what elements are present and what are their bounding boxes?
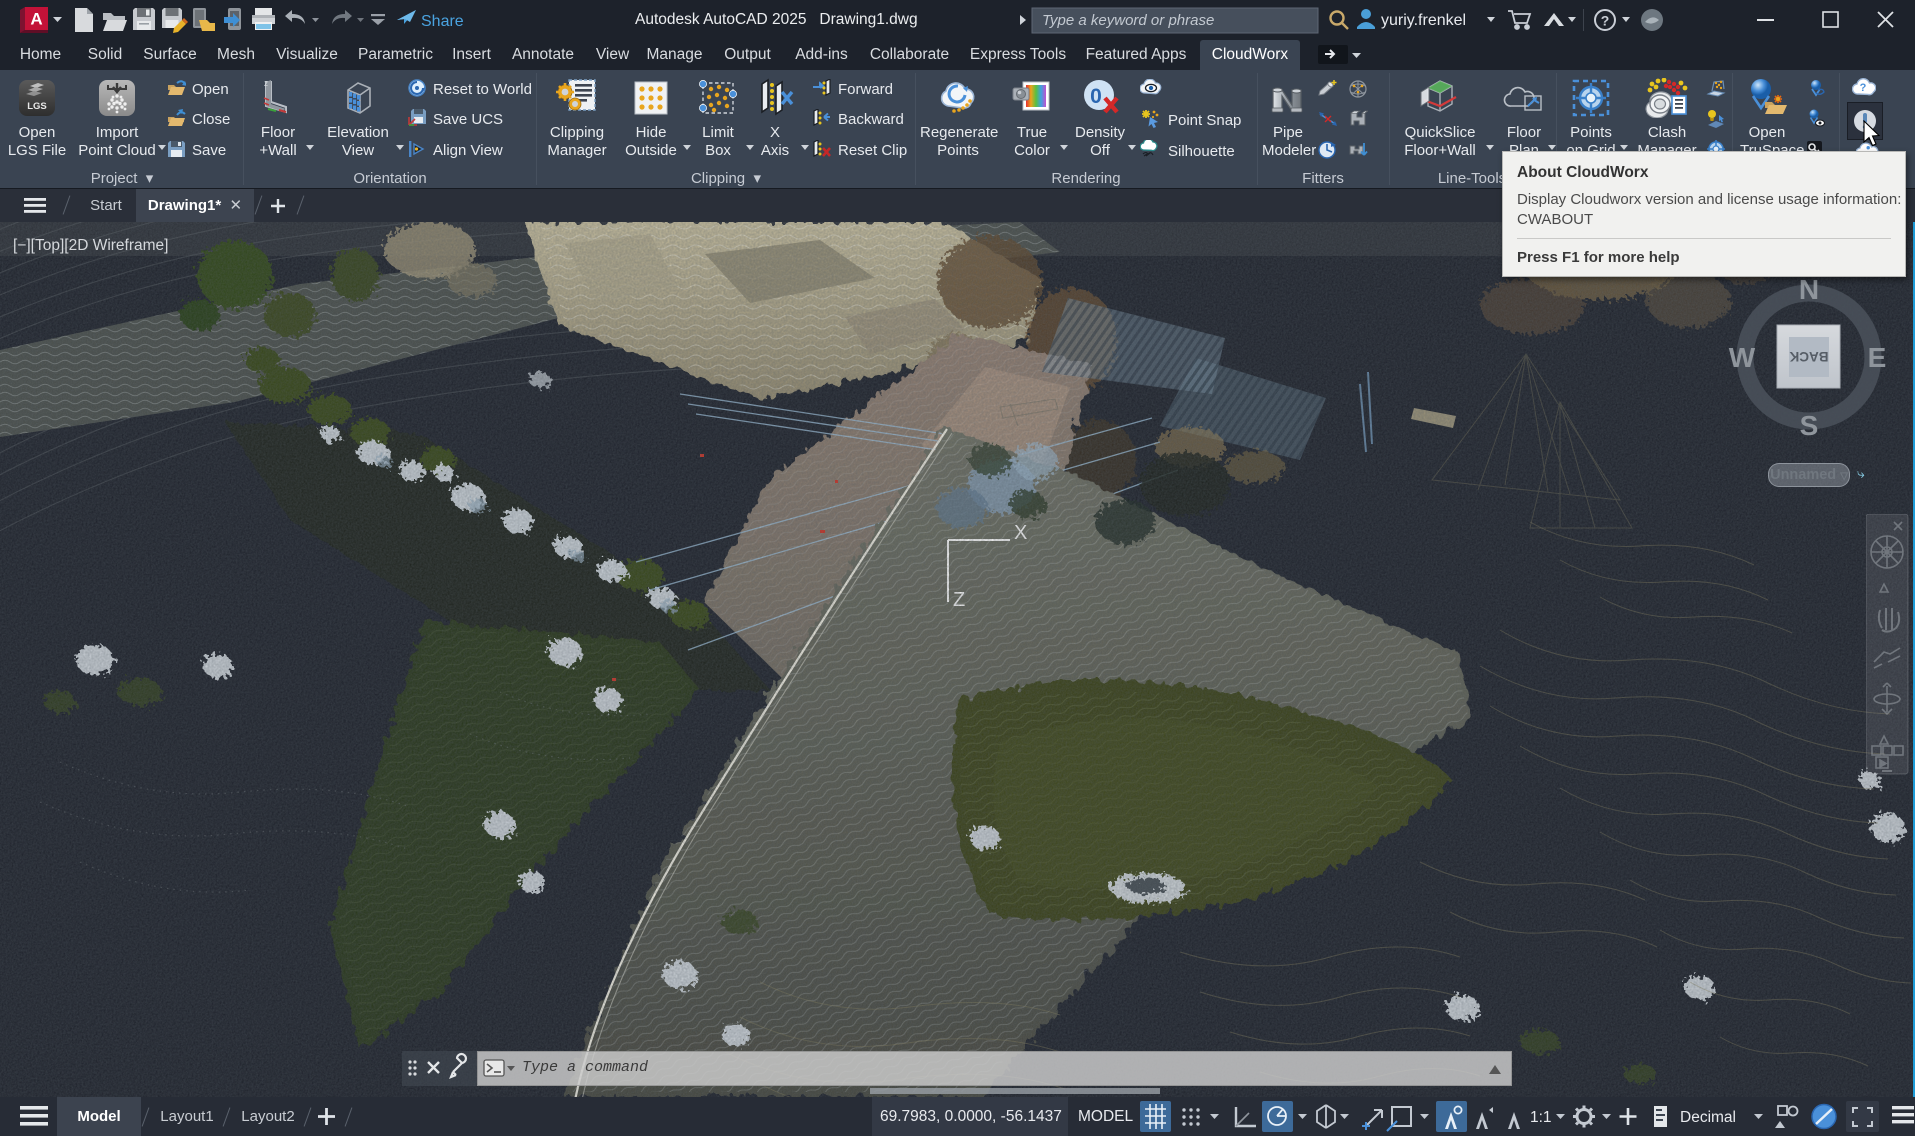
svg-text:Type a keyword or phrase: Type a keyword or phrase <box>1042 12 1214 29</box>
svg-text:S: S <box>1800 410 1819 441</box>
svg-text:?: ? <box>1601 13 1610 29</box>
svg-text:?: ? <box>1860 82 1867 94</box>
svg-text:A: A <box>30 10 42 29</box>
svg-text:LGS: LGS <box>27 101 47 112</box>
svg-text:Share: Share <box>421 13 464 30</box>
svg-text:1:1: 1:1 <box>1530 1109 1552 1126</box>
svg-text:yuriy.frenkel: yuriy.frenkel <box>1381 12 1466 29</box>
svg-text:z: z <box>264 79 268 88</box>
svg-text:Decimal: Decimal <box>1680 1109 1736 1126</box>
svg-text:BACK: BACK <box>1789 349 1828 364</box>
svg-text:N: N <box>1799 277 1819 305</box>
svg-text:E: E <box>1868 342 1887 373</box>
svg-text:W: W <box>1729 342 1756 373</box>
svg-text:0: 0 <box>1090 85 1102 108</box>
